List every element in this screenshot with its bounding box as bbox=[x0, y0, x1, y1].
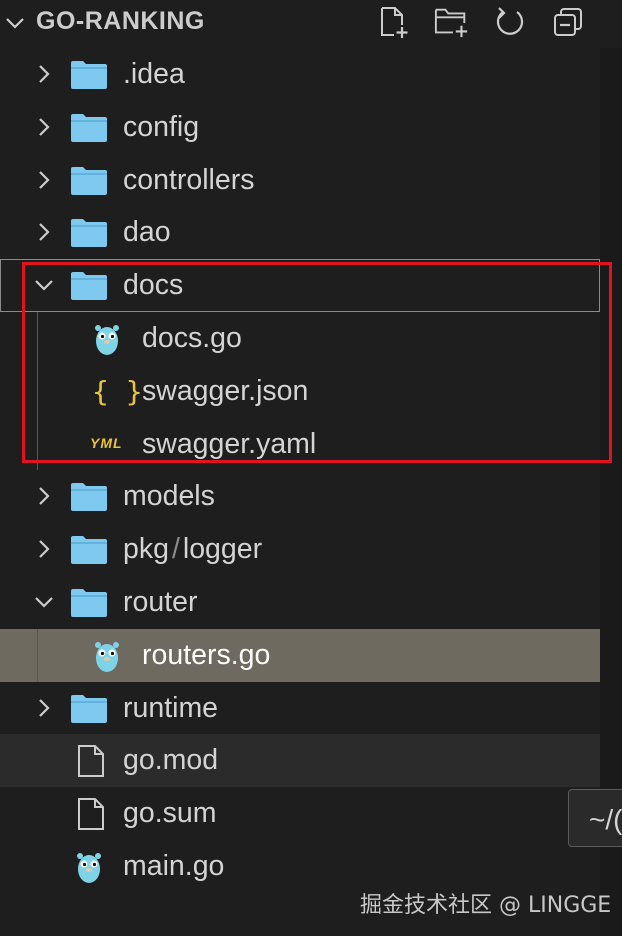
tree-item-label: docs bbox=[123, 269, 184, 302]
tree-item-label: pkg / logger bbox=[123, 533, 262, 566]
chevron-down-icon[interactable] bbox=[2, 10, 28, 36]
new-file-icon[interactable] bbox=[376, 4, 412, 40]
yaml-icon: YML bbox=[90, 434, 123, 451]
tree-item-label: go.sum bbox=[123, 797, 217, 830]
tree-item-label: main.go bbox=[123, 849, 225, 882]
tree-item-swagger-yaml[interactable]: YML swagger.yaml bbox=[0, 417, 600, 471]
tree-item-label: router bbox=[123, 585, 198, 618]
tree-item-docs-go[interactable]: docs.go bbox=[0, 311, 600, 365]
explorer-header: GO-RANKING bbox=[0, 0, 622, 48]
tree-item-label: go.mod bbox=[123, 744, 219, 777]
chevron-right-icon[interactable] bbox=[31, 167, 57, 193]
path-separator: / bbox=[171, 533, 180, 566]
explorer-actions bbox=[376, 4, 586, 40]
tree-item-label: docs.go bbox=[142, 321, 242, 354]
folder-icon bbox=[71, 166, 107, 195]
tree-item-pkg-logger[interactable]: pkg / logger bbox=[0, 523, 600, 576]
indent-guide bbox=[37, 311, 38, 365]
tree-item-go-mod[interactable]: go.mod bbox=[0, 734, 600, 788]
tree-item-routers-go[interactable]: routers.go bbox=[0, 628, 600, 682]
watermark: 掘金技术社区 @ LINGGE bbox=[360, 893, 612, 918]
refresh-icon[interactable] bbox=[492, 4, 528, 40]
tree-item-runtime[interactable]: runtime bbox=[0, 682, 600, 735]
folder-icon bbox=[71, 113, 107, 142]
tree-item-go-sum[interactable]: go.sum bbox=[0, 787, 600, 840]
chevron-down-icon[interactable] bbox=[31, 589, 57, 615]
path-segment-logger: logger bbox=[182, 533, 263, 566]
new-folder-icon[interactable] bbox=[434, 4, 470, 40]
tree-item-label: swagger.yaml bbox=[142, 427, 317, 460]
tree-item-idea[interactable]: .idea bbox=[0, 48, 600, 101]
go-gopher-icon bbox=[95, 641, 119, 672]
indent-guide bbox=[37, 417, 38, 471]
path-tooltip: ~/( bbox=[568, 789, 622, 847]
tree-item-dao[interactable]: dao bbox=[0, 206, 600, 259]
folder-open-icon bbox=[71, 588, 107, 617]
path-segment-pkg: pkg bbox=[123, 533, 169, 566]
chevron-down-icon[interactable] bbox=[31, 272, 57, 298]
tree-item-config[interactable]: config bbox=[0, 101, 600, 154]
chevron-right-icon[interactable] bbox=[31, 219, 57, 245]
tree-item-controllers[interactable]: controllers bbox=[0, 154, 600, 207]
file-icon bbox=[78, 745, 104, 778]
tree-item-swagger-json[interactable]: { } swagger.json bbox=[0, 364, 600, 418]
tree-item-label: controllers bbox=[123, 163, 255, 196]
tree-item-models[interactable]: models bbox=[0, 470, 600, 523]
tree-item-label: models bbox=[123, 480, 215, 513]
tree-item-label: dao bbox=[123, 216, 171, 249]
folder-icon bbox=[71, 483, 107, 512]
folder-icon bbox=[71, 219, 107, 248]
chevron-right-icon[interactable] bbox=[31, 61, 57, 87]
go-gopher-icon bbox=[77, 852, 101, 883]
tree-item-label: .idea bbox=[123, 58, 185, 90]
tree-item-label: config bbox=[123, 110, 200, 143]
file-tree: .idea config controllers dao docs docs.g… bbox=[0, 48, 600, 893]
tree-item-docs[interactable]: docs bbox=[0, 259, 600, 312]
tree-item-label: routers.go bbox=[142, 638, 271, 671]
tree-item-router[interactable]: router bbox=[0, 576, 600, 629]
tree-item-label: swagger.json bbox=[142, 374, 309, 407]
folder-open-icon bbox=[71, 272, 107, 301]
explorer-title[interactable]: GO-RANKING bbox=[36, 7, 205, 36]
chevron-right-icon[interactable] bbox=[31, 114, 57, 140]
tooltip-text: ~/( bbox=[589, 804, 622, 835]
tree-item-main-go[interactable]: main.go bbox=[0, 840, 600, 893]
file-icon bbox=[78, 798, 104, 831]
folder-icon bbox=[71, 61, 107, 89]
collapse-all-icon[interactable] bbox=[550, 4, 586, 40]
folder-icon bbox=[71, 694, 107, 723]
folder-icon bbox=[71, 536, 107, 565]
tree-item-label: runtime bbox=[123, 691, 219, 724]
json-icon: { } bbox=[92, 374, 143, 408]
go-gopher-icon bbox=[95, 324, 119, 355]
chevron-right-icon[interactable] bbox=[31, 695, 57, 721]
indent-guide bbox=[37, 628, 38, 682]
chevron-right-icon[interactable] bbox=[31, 483, 57, 509]
indent-guide bbox=[37, 364, 38, 418]
chevron-right-icon[interactable] bbox=[31, 536, 57, 562]
